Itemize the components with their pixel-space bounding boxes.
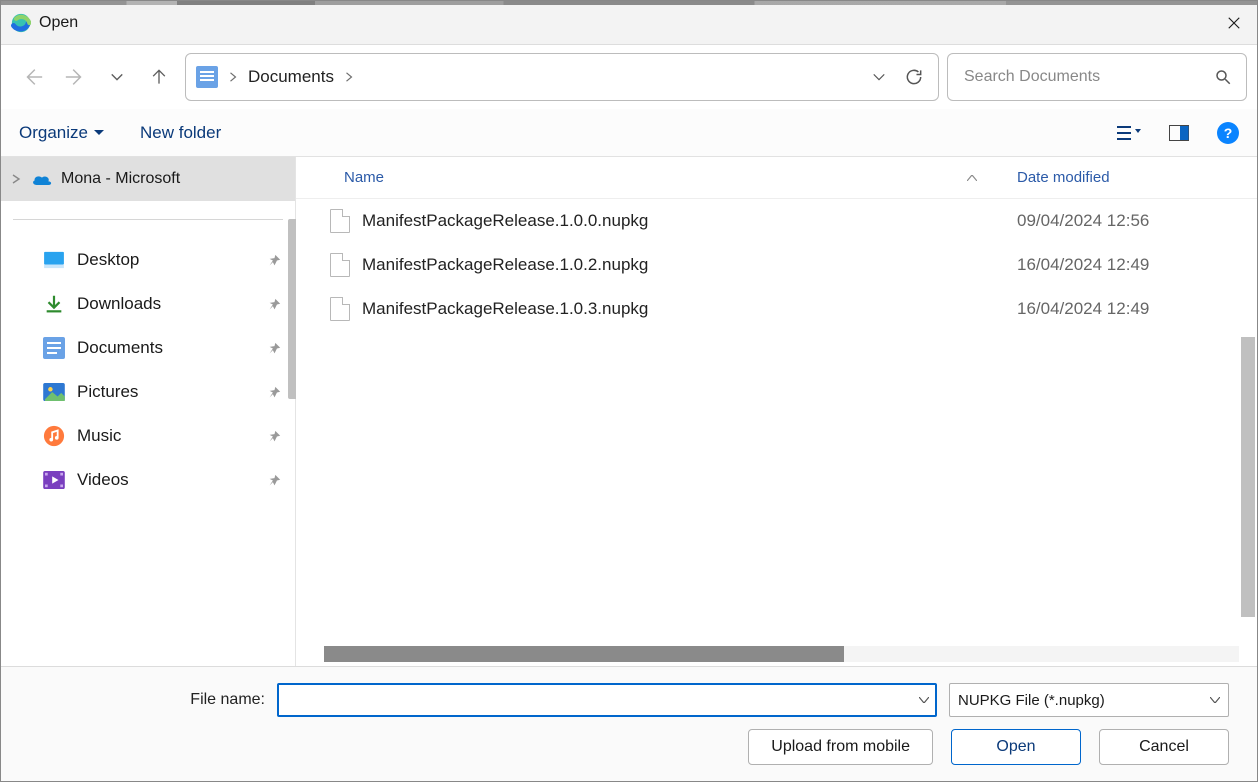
help-button[interactable]: ?	[1217, 122, 1239, 144]
sidebar-quick-access: Desktop Downloads Documents Pictures Music Vi…	[1, 238, 295, 502]
file-type-filter[interactable]: NUPKG File (*.nupkg)	[949, 683, 1229, 717]
search-icon	[1214, 68, 1232, 86]
close-button[interactable]	[1211, 1, 1257, 44]
file-list-header: Name Date modified	[296, 157, 1257, 199]
preview-pane-toggle[interactable]	[1167, 121, 1191, 145]
pin-icon	[268, 342, 281, 355]
sidebar-item-downloads[interactable]: Downloads	[1, 282, 295, 326]
cancel-button[interactable]: Cancel	[1099, 729, 1229, 765]
column-header-name[interactable]: Name	[344, 169, 1017, 186]
refresh-button[interactable]	[900, 63, 928, 91]
sidebar-root-onedrive[interactable]: Mona - Microsoft	[1, 157, 295, 201]
sidebar-item-label: Music	[77, 426, 121, 446]
chevron-right-icon	[11, 174, 21, 184]
organize-label: Organize	[19, 123, 88, 143]
column-date-label: Date modified	[1017, 169, 1110, 186]
file-date: 16/04/2024 12:49	[1017, 299, 1257, 319]
new-folder-label: New folder	[140, 123, 221, 143]
upload-from-mobile-button[interactable]: Upload from mobile	[748, 729, 933, 765]
pin-icon	[268, 430, 281, 443]
window-title: Open	[39, 14, 78, 32]
file-list: ManifestPackageRelease.1.0.0.nupkg09/04/…	[296, 199, 1257, 646]
sort-indicator-icon	[967, 175, 977, 181]
sidebar-item-label: Downloads	[77, 294, 161, 314]
new-folder-button[interactable]: New folder	[140, 123, 221, 143]
documents-folder-icon	[196, 66, 218, 88]
pin-icon	[268, 298, 281, 311]
sidebar-item-pictures[interactable]: Pictures	[1, 370, 295, 414]
organize-menu[interactable]: Organize	[19, 123, 104, 143]
navigation-row: Documents	[1, 45, 1257, 109]
filename-input[interactable]	[277, 683, 937, 717]
file-icon	[330, 297, 350, 321]
open-button[interactable]: Open	[951, 729, 1081, 765]
forward-button[interactable]	[63, 65, 87, 89]
music-icon	[43, 425, 65, 447]
pin-icon	[268, 386, 281, 399]
file-icon	[330, 253, 350, 277]
view-mode-menu[interactable]	[1117, 121, 1141, 145]
sidebar-item-desktop[interactable]: Desktop	[1, 238, 295, 282]
file-date: 09/04/2024 12:56	[1017, 211, 1257, 231]
recent-locations-dropdown[interactable]	[105, 65, 129, 89]
videos-icon	[43, 469, 65, 491]
search-input[interactable]	[962, 67, 1214, 87]
file-name: ManifestPackageRelease.1.0.0.nupkg	[362, 211, 1017, 231]
sidebar-item-label: Documents	[77, 338, 163, 358]
upload-label: Upload from mobile	[771, 738, 910, 756]
open-label: Open	[996, 738, 1035, 756]
chevron-right-icon	[228, 72, 238, 82]
sidebar-item-label: Desktop	[77, 250, 139, 270]
file-pane: Name Date modified ManifestPackageReleas…	[296, 157, 1257, 666]
file-type-filter-label: NUPKG File (*.nupkg)	[958, 692, 1105, 709]
column-name-label: Name	[344, 169, 384, 186]
pictures-icon	[43, 381, 65, 403]
sidebar-separator	[13, 219, 283, 220]
downloads-icon	[43, 293, 65, 315]
address-dropdown[interactable]	[868, 66, 890, 88]
chevron-right-icon[interactable]	[344, 72, 354, 82]
address-bar[interactable]: Documents	[185, 53, 939, 101]
back-button[interactable]	[21, 65, 45, 89]
onedrive-icon	[31, 172, 51, 186]
edge-browser-icon	[11, 13, 31, 33]
pin-icon	[268, 254, 281, 267]
horizontal-scrollbar[interactable]	[324, 646, 1239, 662]
dialog-footer: File name: NUPKG File (*.nupkg) Upload f…	[1, 666, 1257, 781]
toolbar: Organize New folder ?	[1, 109, 1257, 157]
sidebar-item-label: Videos	[77, 470, 129, 490]
sidebar-item-music[interactable]: Music	[1, 414, 295, 458]
documents-icon	[43, 337, 65, 359]
background-chrome-strip	[1, 1, 1257, 5]
file-name: ManifestPackageRelease.1.0.3.nupkg	[362, 299, 1017, 319]
file-date: 16/04/2024 12:49	[1017, 255, 1257, 275]
breadcrumb-location[interactable]: Documents	[248, 67, 334, 87]
vertical-scrollbar-thumb[interactable]	[1241, 337, 1255, 617]
cancel-label: Cancel	[1139, 738, 1189, 756]
sidebar-item-label: Pictures	[77, 382, 138, 402]
titlebar: Open	[1, 1, 1257, 45]
file-name: ManifestPackageRelease.1.0.2.nupkg	[362, 255, 1017, 275]
desktop-icon	[43, 249, 65, 271]
column-header-date[interactable]: Date modified	[1017, 169, 1257, 186]
sidebar-root-label: Mona - Microsoft	[61, 170, 180, 188]
file-row[interactable]: ManifestPackageRelease.1.0.0.nupkg09/04/…	[296, 199, 1257, 243]
navigation-sidebar: Mona - Microsoft Desktop Downloads Documen…	[1, 157, 296, 666]
horizontal-scrollbar-thumb[interactable]	[324, 646, 844, 662]
file-row[interactable]: ManifestPackageRelease.1.0.2.nupkg16/04/…	[296, 243, 1257, 287]
pin-icon	[268, 474, 281, 487]
sidebar-item-documents[interactable]: Documents	[1, 326, 295, 370]
file-icon	[330, 209, 350, 233]
search-box[interactable]	[947, 53, 1247, 101]
file-row[interactable]: ManifestPackageRelease.1.0.3.nupkg16/04/…	[296, 287, 1257, 331]
sidebar-item-videos[interactable]: Videos	[1, 458, 295, 502]
up-button[interactable]	[147, 65, 171, 89]
filename-label: File name:	[1, 691, 265, 709]
